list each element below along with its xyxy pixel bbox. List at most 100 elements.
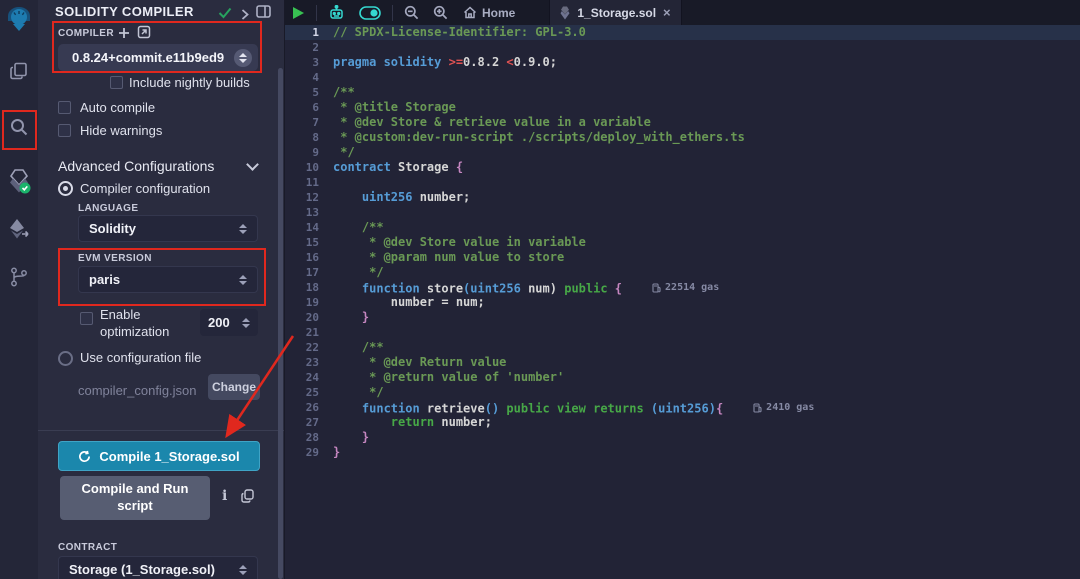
panel-title: SOLIDITY COMPILER (55, 4, 194, 19)
solidity-file-icon (560, 6, 570, 20)
deploy-run-icon[interactable] (0, 210, 38, 248)
tab-close-icon[interactable]: × (663, 5, 671, 20)
line-number: 22 (285, 340, 333, 355)
code-line-15[interactable]: 15 * @dev Store value in variable (285, 235, 1080, 250)
home-tab[interactable]: Home (455, 6, 523, 20)
use-configuration-file-label: Use configuration file (80, 350, 201, 365)
ai-assistant-icon[interactable] (321, 0, 352, 25)
contract-select[interactable]: Storage (1_Storage.sol) (58, 556, 258, 579)
language-value: Solidity (89, 221, 136, 236)
evm-version-label: EVM VERSION (78, 253, 152, 264)
compile-and-run-button[interactable]: Compile and Run script (60, 476, 210, 520)
search-icon[interactable] (0, 108, 38, 146)
info-icon[interactable]: i (222, 488, 227, 504)
file-explorer-icon[interactable] (0, 52, 38, 90)
compiler-version-select[interactable]: 0.8.24+commit.e11b9ed9 (58, 44, 258, 71)
compile-button-label: Compile 1_Storage.sol (99, 449, 239, 464)
code-line-20[interactable]: 20 } (285, 310, 1080, 325)
code-line-7[interactable]: 7 * @dev Store & retrieve value in a var… (285, 115, 1080, 130)
code-line-9[interactable]: 9 */ (285, 145, 1080, 160)
maximize-panel-icon[interactable] (256, 5, 271, 23)
line-number: 13 (285, 205, 333, 220)
code-line-11[interactable]: 11 (285, 175, 1080, 190)
contract-stepper-icon (239, 565, 247, 575)
code-line-2[interactable]: 2 (285, 40, 1080, 55)
line-number: 8 (285, 130, 333, 145)
line-number: 6 (285, 100, 333, 115)
copy-icon[interactable] (241, 489, 254, 508)
code-line-21[interactable]: 21 (285, 325, 1080, 340)
line-number: 29 (285, 445, 333, 460)
evm-version-value: paris (89, 272, 120, 287)
remix-logo-icon[interactable] (0, 0, 38, 40)
code-line-17[interactable]: 17 */ (285, 265, 1080, 280)
zoom-in-icon[interactable] (426, 0, 455, 25)
git-branch-icon[interactable] (0, 258, 38, 296)
code-line-12[interactable]: 12 uint256 number; (285, 190, 1080, 205)
nightly-builds-label: Include nightly builds (129, 75, 250, 90)
line-number: 20 (285, 310, 333, 325)
advanced-configurations-title[interactable]: Advanced Configurations (58, 158, 214, 174)
evm-version-select[interactable]: paris (78, 266, 258, 293)
chevron-down-icon[interactable] (246, 158, 259, 171)
line-number: 26 (285, 400, 333, 415)
editor-topbar: Home 1_Storage.sol × (285, 0, 1080, 25)
code-line-24[interactable]: 24 * @return value of 'number' (285, 370, 1080, 385)
change-config-button[interactable]: Change (208, 374, 260, 400)
optimization-runs-input[interactable]: 200 (200, 309, 258, 336)
compiler-label: COMPILER (58, 28, 114, 39)
use-configuration-file-radio[interactable] (58, 351, 73, 366)
code-line-4[interactable]: 4 (285, 70, 1080, 85)
run-script-icon[interactable] (285, 0, 312, 25)
code-line-22[interactable]: 22 /** (285, 340, 1080, 355)
code-line-18[interactable]: 18 function store(uint256 num) public {2… (285, 280, 1080, 295)
code-line-5[interactable]: 5/** (285, 85, 1080, 100)
nightly-builds-checkbox[interactable] (110, 76, 123, 89)
editor-region: Home 1_Storage.sol × 1// SPDX-License-Id… (284, 0, 1080, 579)
compiler-version-stepper-icon (234, 49, 252, 67)
code-line-23[interactable]: 23 * @dev Return value (285, 355, 1080, 370)
line-number: 10 (285, 160, 333, 175)
compiler-version-value: 0.8.24+commit.e11b9ed9 (72, 50, 224, 65)
solidity-compiler-panel: SOLIDITY COMPILER COMPILER 0.8.24+commit… (38, 0, 284, 579)
add-compiler-icon[interactable] (118, 26, 130, 44)
optimization-runs-value: 200 (208, 315, 230, 330)
line-number: 7 (285, 115, 333, 130)
code-line-28[interactable]: 28 } (285, 430, 1080, 445)
solidity-compiler-icon[interactable] (0, 162, 38, 200)
line-number: 19 (285, 295, 333, 310)
code-line-6[interactable]: 6 * @title Storage (285, 100, 1080, 115)
enable-optimization-label: Enable optimization (100, 307, 192, 341)
compile-run-line2: script (117, 498, 152, 513)
language-select[interactable]: Solidity (78, 215, 258, 242)
open-compiler-icon[interactable] (137, 25, 151, 44)
code-line-25[interactable]: 25 */ (285, 385, 1080, 400)
refresh-icon (78, 450, 91, 463)
copilot-toggle-icon[interactable] (352, 0, 388, 25)
zoom-out-icon[interactable] (397, 0, 426, 25)
code-line-13[interactable]: 13 (285, 205, 1080, 220)
code-line-27[interactable]: 27 return number; (285, 415, 1080, 430)
code-line-8[interactable]: 8 * @custom:dev-run-script ./scripts/dep… (285, 130, 1080, 145)
pin-panel-chevron-icon[interactable] (241, 7, 249, 25)
panel-scrollbar[interactable] (278, 68, 283, 579)
code-line-19[interactable]: 19 number = num; (285, 295, 1080, 310)
code-line-29[interactable]: 29} (285, 445, 1080, 460)
runs-stepper-icon (242, 318, 250, 328)
language-stepper-icon (239, 224, 247, 234)
tab-1-storage-sol[interactable]: 1_Storage.sol × (549, 0, 681, 25)
section-divider (38, 430, 284, 431)
code-line-14[interactable]: 14 /** (285, 220, 1080, 235)
code-line-3[interactable]: 3pragma solidity >=0.8.2 <0.9.0; (285, 55, 1080, 70)
auto-compile-checkbox[interactable] (58, 101, 71, 114)
contract-label: CONTRACT (58, 542, 117, 553)
enable-optimization-checkbox[interactable] (80, 312, 93, 325)
compiler-configuration-radio[interactable] (58, 181, 73, 196)
code-line-26[interactable]: 26 function retrieve() public view retur… (285, 400, 1080, 415)
code-line-16[interactable]: 16 * @param num value to store (285, 250, 1080, 265)
code-line-1[interactable]: 1// SPDX-License-Identifier: GPL-3.0 (285, 25, 1080, 40)
compile-button[interactable]: Compile 1_Storage.sol (58, 441, 260, 471)
code-line-10[interactable]: 10contract Storage { (285, 160, 1080, 175)
line-number: 28 (285, 430, 333, 445)
hide-warnings-checkbox[interactable] (58, 124, 71, 137)
